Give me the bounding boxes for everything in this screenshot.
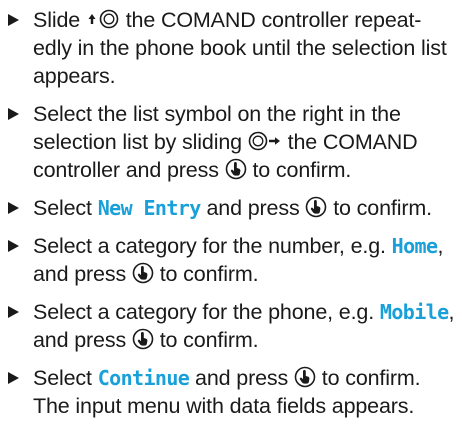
step-bullet-icon [8, 240, 19, 252]
step-text: Select a category for the phone, e.g. [33, 300, 380, 324]
step-text: Slide [33, 8, 86, 32]
menu-item-name: New Entry [97, 196, 202, 220]
step-text: to confirm. [246, 158, 352, 182]
press-controller-icon [294, 366, 316, 388]
step-bullet-icon [8, 202, 19, 214]
instruction-step: Select a category for the phone, e.g. Mo… [6, 298, 458, 354]
instruction-step: Select a category for the number, e.g. H… [6, 232, 458, 288]
press-controller-icon [132, 262, 154, 284]
menu-item-name: Home [391, 234, 438, 258]
step-text: to confirm. [327, 196, 432, 220]
slide-up-icon [86, 8, 120, 30]
step-text: to confirm. [153, 328, 259, 352]
press-controller-icon [225, 158, 247, 180]
slide-right-icon [248, 130, 282, 152]
instruction-step: Select the list symbol on the right in t… [6, 100, 458, 184]
step-bullet-icon [8, 306, 19, 318]
menu-item-name: Continue [97, 366, 190, 390]
step-text: and press [189, 366, 294, 390]
step-text: and press [200, 196, 306, 220]
step-text: Select [33, 196, 98, 220]
press-controller-icon [132, 328, 154, 350]
step-bullet-icon [8, 14, 19, 26]
instruction-step: Slide the COMAND controller repeat-edly … [6, 6, 458, 90]
step-text: Select [33, 366, 98, 390]
instruction-steps: Slide the COMAND controller repeat-edly … [6, 6, 458, 430]
step-text: to confirm. [153, 262, 259, 286]
instruction-step: Select Continue and press to confirm. Th… [6, 364, 458, 420]
step-bullet-icon [8, 372, 19, 384]
menu-item-name: Mobile [379, 300, 449, 324]
instruction-step: Select New Entry and press to confirm. [6, 194, 458, 222]
step-text: Select a category for the number, e.g. [33, 234, 392, 258]
step-bullet-icon [8, 108, 19, 120]
press-controller-icon [305, 196, 327, 218]
